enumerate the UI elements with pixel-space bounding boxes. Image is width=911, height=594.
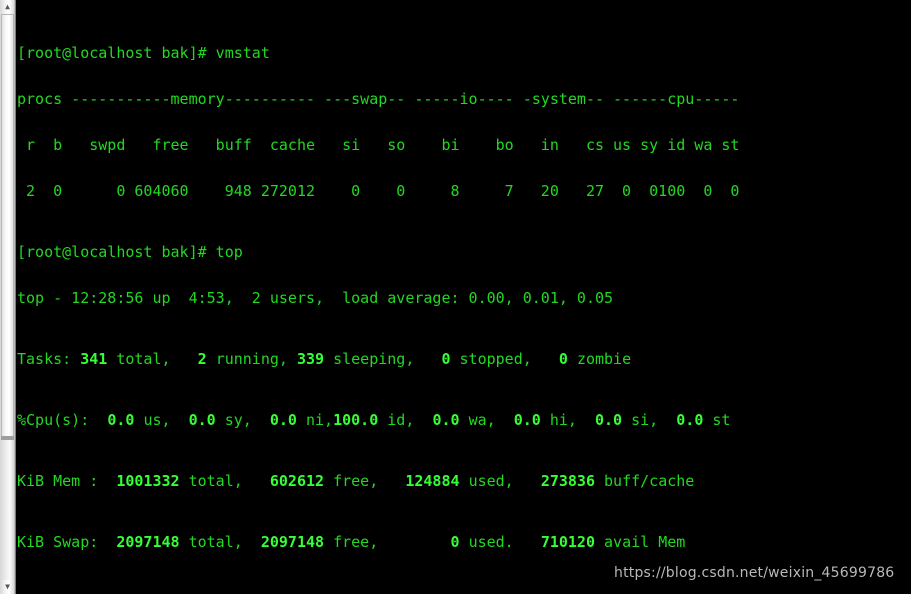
cpu-wa-value: 0.0 — [432, 411, 460, 430]
scrollbar-thumb[interactable] — [1, 14, 14, 438]
cpu-wa-label: wa, — [468, 411, 496, 430]
cpu-ni-value: 0.0 — [269, 411, 297, 430]
shell-prompt-top: [root@localhost bak]# top — [17, 242, 243, 261]
cpu-us-value: 0.0 — [107, 411, 135, 430]
tasks-label: Tasks: — [17, 349, 72, 368]
tasks-sleeping-label: sleeping, — [333, 349, 415, 368]
vmstat-column-header: r b swpd free buff cache si so bi bo in … — [17, 135, 740, 154]
top-summary-line: top - 12:28:56 up 4:53, 2 users, load av… — [17, 288, 614, 307]
swap-used-label: used. — [468, 533, 514, 552]
cpu-id-value: 100.0 — [333, 411, 379, 430]
top-mem-line: KiB Mem : 1001332 total, 602612 free, 12… — [17, 474, 911, 489]
vertical-scrollbar[interactable]: ▲ ▼ — [0, 0, 16, 594]
top-tasks-line: Tasks: 341 total, 2 running, 339 sleepin… — [17, 349, 911, 368]
cpu-ni-label: ni, — [306, 411, 334, 430]
swap-total-value: 2097148 — [116, 533, 180, 552]
scroll-down-arrow-icon[interactable]: ▼ — [0, 580, 15, 594]
scroll-up-arrow-icon[interactable]: ▲ — [0, 0, 15, 14]
cpu-hi-value: 0.0 — [513, 411, 541, 430]
scrollbar-track-lower[interactable] — [1, 440, 14, 580]
terminal-output[interactable]: [root@localhost bak]# vmstat procs -----… — [17, 0, 911, 594]
cpu-id-label: id, — [387, 411, 415, 430]
swap-avail-label: avail Mem — [604, 533, 686, 552]
cpu-si-label: si, — [631, 411, 659, 430]
cpu-label: %Cpu(s): — [17, 411, 90, 430]
swap-label: KiB Swap: — [17, 533, 99, 552]
cpu-sy-value: 0.0 — [188, 411, 216, 430]
mem-used-value: 124884 — [405, 472, 460, 491]
tasks-total-value: 341 — [80, 349, 108, 368]
cpu-us-label: us, — [143, 411, 171, 430]
tasks-zombie-label: zombie — [576, 349, 632, 368]
tasks-stopped-value: 0 — [441, 349, 451, 368]
tasks-running-value: 2 — [197, 349, 207, 368]
swap-avail-value: 710120 — [540, 533, 595, 552]
mem-label: KiB Mem : — [17, 472, 99, 491]
swap-free-value: 2097148 — [260, 533, 325, 552]
tasks-stopped-label: stopped, — [459, 349, 532, 368]
terminal-window: ▲ ▼ [root@localhost bak]# vmstat procs -… — [0, 0, 911, 594]
top-cpu-line: %Cpu(s): 0.0 us, 0.0 sy, 0.0 ni,100.0 id… — [17, 411, 911, 430]
mem-free-value: 602612 — [269, 472, 325, 491]
mem-total-label: total, — [188, 472, 243, 491]
mem-free-label: free, — [333, 472, 379, 491]
cpu-si-value: 0.0 — [595, 411, 623, 430]
vmstat-group-header: procs -----------memory---------- ---swa… — [17, 89, 740, 108]
tasks-zombie-value: 0 — [558, 349, 568, 368]
mem-total-value: 1001332 — [116, 472, 180, 491]
mem-buffcache-value: 273836 — [540, 472, 595, 491]
cpu-sy-label: sy, — [224, 411, 252, 430]
cpu-st-label: st — [712, 411, 731, 430]
shell-prompt-vmstat: [root@localhost bak]# vmstat — [17, 43, 270, 62]
mem-used-label: used, — [468, 472, 514, 491]
top-swap-line: KiB Swap: 2097148 total, 2097148 free, 0… — [17, 535, 911, 550]
tasks-running-label: running, — [215, 349, 288, 368]
tasks-sleeping-value: 339 — [296, 349, 325, 368]
vmstat-data-row: 2 0 0 604060 948 272012 0 0 8 7 20 27 0 … — [17, 181, 740, 200]
tasks-total-label: total, — [116, 349, 171, 368]
mem-buffcache-label: buff/cache — [604, 472, 695, 491]
cpu-st-value: 0.0 — [676, 411, 704, 430]
swap-free-label: free, — [333, 533, 379, 552]
cpu-hi-label: hi, — [549, 411, 577, 430]
swap-total-label: total, — [188, 533, 243, 552]
swap-used-value: 0 — [450, 533, 460, 552]
